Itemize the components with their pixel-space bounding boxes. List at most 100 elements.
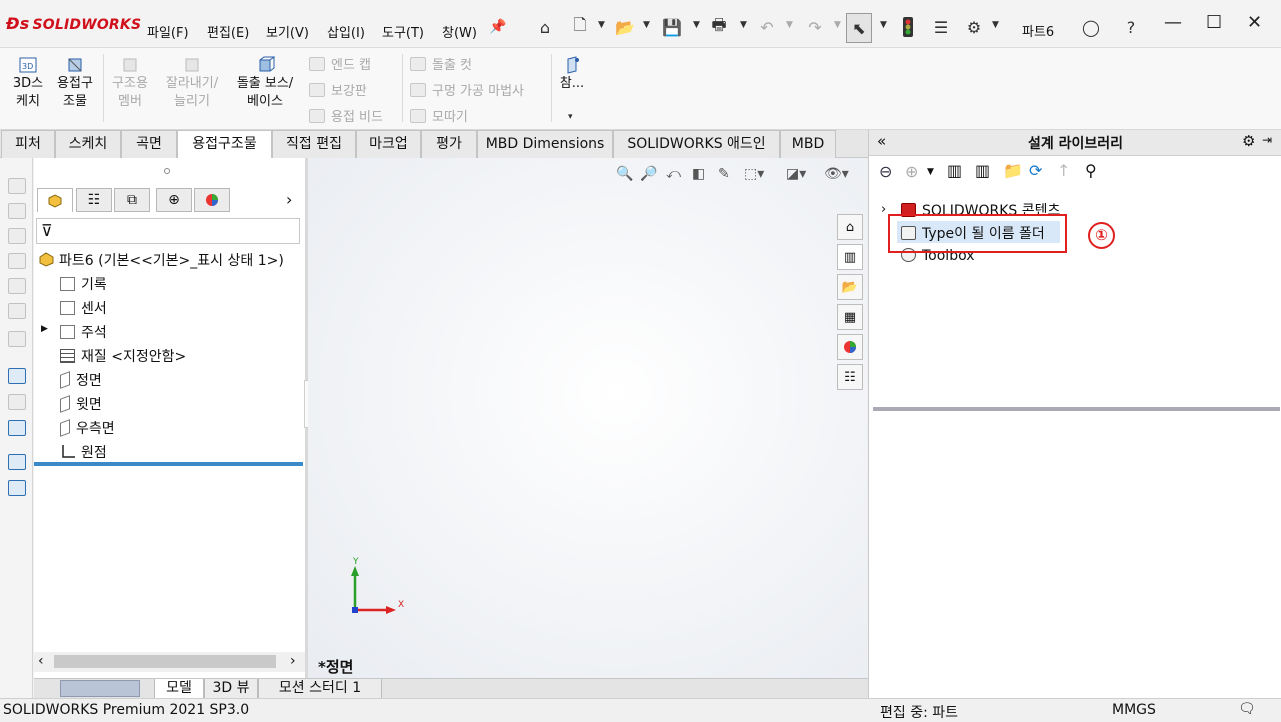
appearances-icon[interactable]: [837, 334, 863, 360]
tab-mbd-dimensions[interactable]: MBD Dimensions: [477, 130, 613, 158]
file-explorer-icon[interactable]: 📂: [837, 274, 863, 300]
maximize-icon[interactable]: ☐: [1206, 12, 1222, 33]
help-icon[interactable]: ?: [1119, 15, 1143, 39]
open-icon[interactable]: 📂: [613, 15, 637, 39]
chevron-down-icon[interactable]: ▼: [927, 167, 934, 177]
tab-model[interactable]: 모델: [154, 679, 204, 699]
previous-view-icon[interactable]: ⤺: [666, 166, 681, 182]
chevron-down-icon[interactable]: ▼: [740, 20, 747, 30]
weldment-button[interactable]: 용접구 조물: [52, 56, 98, 111]
paste-icon[interactable]: [8, 480, 26, 496]
up-one-level-icon[interactable]: ↑: [1057, 161, 1070, 180]
view-palette-icon[interactable]: ▦: [837, 304, 863, 330]
hide-show-icon[interactable]: 👁▾: [824, 166, 849, 182]
tab-features[interactable]: 피처: [1, 130, 55, 158]
gear-icon[interactable]: ⚙: [1242, 132, 1255, 150]
select-filter-icon[interactable]: [8, 368, 26, 384]
refresh-icon[interactable]: ⟳: [1029, 161, 1042, 180]
tree-filter-input[interactable]: ⊽: [36, 218, 300, 244]
menu-file[interactable]: 파일(F): [147, 22, 189, 41]
toolbox-icon[interactable]: ⚲: [1085, 161, 1097, 180]
chevron-down-icon[interactable]: ▼: [786, 20, 793, 30]
design-library-icon[interactable]: ▥: [837, 244, 863, 270]
chevron-right-icon[interactable]: ›: [286, 190, 292, 209]
tree-item-sensors[interactable]: 센서: [60, 298, 107, 318]
scroll-right-icon[interactable]: ›: [290, 653, 296, 669]
scroll-left-icon[interactable]: ‹: [38, 653, 44, 669]
view-orientation-icon[interactable]: ⬚▾: [744, 166, 764, 182]
chevron-down-icon[interactable]: ▾: [568, 112, 573, 122]
toolbar-icon[interactable]: [8, 228, 26, 244]
tab-direct-editing[interactable]: 직접 편집: [272, 130, 356, 158]
dynamic-annotation-icon[interactable]: ✎: [718, 166, 730, 182]
tree-item-origin[interactable]: 원점: [60, 442, 107, 462]
toolbar-icon[interactable]: [8, 178, 26, 194]
weld-bead-button[interactable]: 용접 비드: [309, 106, 383, 125]
menu-insert[interactable]: 삽입(I): [327, 22, 365, 41]
tab-scroll-buttons[interactable]: [60, 680, 140, 697]
graphics-area[interactable]: 🔍 🔎 ⤺ ◧ ✎ ⬚▾ ◪▾ 👁▾ Y X *정면: [308, 158, 867, 678]
chamfer-button[interactable]: 모따기: [410, 106, 468, 125]
tab-surfaces[interactable]: 곡면: [121, 130, 177, 158]
traffic-light-icon[interactable]: [896, 15, 920, 39]
create-new-folder-icon[interactable]: 📁: [1003, 161, 1023, 180]
tab-markup[interactable]: 마크업: [356, 130, 421, 158]
sketch-3d-button[interactable]: 3D 3D스 케치: [9, 56, 47, 111]
section-view-icon[interactable]: ◧: [692, 166, 705, 182]
solidworks-resources-icon[interactable]: ⌂: [837, 214, 863, 240]
chat-icon[interactable]: 🗨: [1238, 701, 1256, 717]
unit-system[interactable]: MMGS: [1112, 702, 1156, 718]
tab-3d-view[interactable]: 3D 뷰: [204, 679, 258, 699]
redo-icon[interactable]: ↷: [803, 15, 827, 39]
tab-weldments[interactable]: 용접구조물: [177, 130, 272, 159]
chevron-down-icon[interactable]: ▼: [693, 20, 700, 30]
expand-arrow-icon[interactable]: ▶: [41, 324, 48, 334]
tree-item-annotations[interactable]: 주석: [60, 322, 107, 342]
display-manager-tab-icon[interactable]: [194, 188, 230, 212]
chevron-down-icon[interactable]: ▼: [992, 20, 999, 30]
configuration-manager-tab-icon[interactable]: ⧉: [114, 188, 150, 212]
add-to-library-icon[interactable]: ▥: [947, 161, 962, 180]
rollback-bar[interactable]: [34, 462, 303, 466]
user-icon[interactable]: ◯: [1079, 15, 1103, 39]
tree-item-top-plane[interactable]: 윗면: [60, 394, 102, 414]
menu-view[interactable]: 보기(V): [266, 22, 309, 41]
select-cursor-icon[interactable]: ⬉: [846, 13, 872, 43]
chevron-down-icon[interactable]: ▼: [880, 20, 887, 30]
tab-mbd[interactable]: MBD: [780, 130, 836, 158]
tree-item-material[interactable]: 재질 <지정안함>: [60, 346, 186, 366]
custom-properties-icon[interactable]: ☷: [837, 364, 863, 390]
tab-motion-study[interactable]: 모션 스터디 1: [258, 679, 382, 699]
undo-icon[interactable]: ↶: [755, 15, 779, 39]
chevron-right-icon[interactable]: ›: [881, 202, 886, 217]
zoom-to-area-icon[interactable]: 🔎: [640, 166, 657, 182]
collapse-grip[interactable]: [164, 168, 170, 174]
extruded-boss-button[interactable]: 돌출 보스/베이스: [229, 56, 301, 111]
feature-tree-tab-icon[interactable]: [37, 188, 73, 212]
minimize-icon[interactable]: —: [1164, 12, 1182, 33]
copy-icon[interactable]: [8, 454, 26, 470]
menu-edit[interactable]: 편집(E): [207, 22, 249, 41]
dimxpert-tab-icon[interactable]: ⊕: [156, 188, 192, 212]
scroll-thumb[interactable]: [54, 655, 276, 668]
add-file-location-icon[interactable]: ▥: [975, 161, 990, 180]
display-style-icon[interactable]: ◪▾: [786, 166, 806, 182]
forward-icon[interactable]: ⊕: [905, 162, 918, 181]
design-library-splitter[interactable]: [873, 407, 1280, 411]
home-icon[interactable]: ⌂: [533, 15, 557, 39]
toolbar-icon[interactable]: [8, 331, 26, 347]
chevron-down-icon[interactable]: ▼: [834, 20, 841, 30]
close-icon[interactable]: ✕: [1247, 12, 1262, 33]
tree-item-right-plane[interactable]: 우측면: [60, 418, 115, 438]
tree-item-front-plane[interactable]: 정면: [60, 370, 102, 390]
reference-geometry-button[interactable]: 참...: [558, 56, 586, 93]
menu-window[interactable]: 창(W): [442, 22, 477, 41]
structural-member-button[interactable]: 구조용 멤버: [107, 56, 153, 111]
pin-icon[interactable]: 📌: [486, 15, 510, 39]
display-icon[interactable]: [8, 420, 26, 436]
toolbar-icon[interactable]: [8, 303, 26, 319]
toolbar-icon[interactable]: [8, 253, 26, 269]
save-icon[interactable]: 💾: [660, 15, 684, 39]
menu-tools[interactable]: 도구(T): [382, 22, 424, 41]
tree-item-history[interactable]: 기록: [60, 274, 107, 294]
